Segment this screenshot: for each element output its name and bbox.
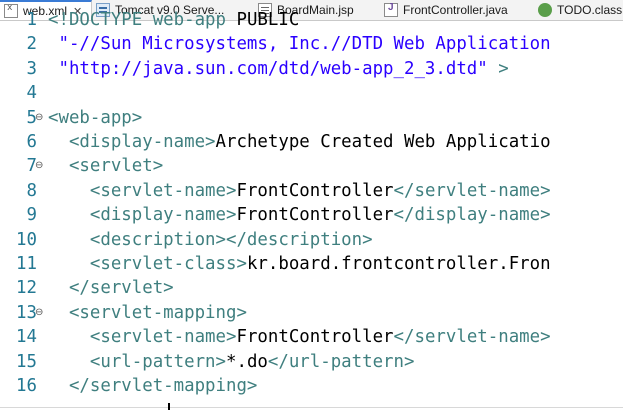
code-line[interactable]: 4 [0, 81, 623, 105]
line-number: 4 [26, 83, 37, 104]
line-number: 11 [16, 254, 37, 274]
code-line[interactable]: 5 ⊖ <web-app> [0, 106, 623, 130]
code-text: <description></description> [48, 228, 373, 252]
line-number: 10 [16, 229, 37, 250]
code-text: <servlet-mapping> [48, 301, 247, 325]
text-token: kr.board.frontcontroller.Fron [246, 254, 551, 274]
code-text: </servlet-mapping> [48, 374, 257, 398]
line-number: 14 [16, 327, 37, 348]
line-number: 12 [16, 278, 37, 299]
code-line[interactable]: 9 <display-name>FrontController</display… [0, 203, 623, 227]
code-text: <web-app> [48, 106, 142, 130]
text-token: Archetype Created Web Applicatio [215, 132, 551, 152]
xml-tag-token: <display-name> [48, 205, 237, 226]
code-text: "-//Sun Microsystems, Inc.//DTD Web Appl… [48, 32, 551, 56]
code-line[interactable]: 6 <display-name>Archetype Created Web Ap… [0, 130, 623, 154]
line-number: 16 [16, 376, 37, 396]
code-text: <display-name>FrontController</display-n… [48, 203, 551, 227]
line-number: 6 [26, 132, 37, 152]
xml-tag-token: <!DOCTYPE web-app [48, 10, 237, 30]
line-number: 5 [26, 107, 37, 128]
code-line[interactable]: 16 </servlet-mapping> [0, 374, 623, 398]
text-token: PUBLIC [236, 10, 300, 30]
editor-bottom-divider [0, 407, 623, 408]
text-token: *.do [226, 351, 268, 372]
xml-tag-token: <web-app> [48, 107, 143, 128]
line-number: 1 [26, 10, 37, 30]
text-token: FrontController [236, 327, 394, 348]
line-number: 13 [16, 302, 37, 323]
code-text: <servlet-name>FrontController</servlet-n… [48, 325, 551, 349]
xml-tag-token: </servlet-name> [393, 327, 551, 348]
line-number: 15 [16, 351, 37, 372]
code-text: <display-name>Archetype Created Web Appl… [48, 130, 551, 154]
code-line[interactable]: 7 ⊖ <servlet> [0, 154, 623, 178]
xml-tag-token: > [487, 58, 509, 79]
code-text: <!DOCTYPE web-app PUBLIC [48, 8, 299, 32]
code-line[interactable]: 15 <url-pattern>*.do</url-pattern> [0, 350, 623, 374]
xml-tag-token: <url-pattern> [48, 351, 226, 372]
code-editor[interactable]: 1 <!DOCTYPE web-app PUBLIC 2 "-//Sun Micro… [0, 10, 623, 410]
string-token: "-//Sun Microsystems, Inc.//DTD Web Appl… [48, 34, 551, 55]
xml-tag-token: </servlet-name> [393, 180, 551, 201]
line-number: 3 [26, 58, 37, 79]
xml-tag-token: <servlet-mapping> [48, 302, 247, 323]
line-number: 8 [26, 180, 37, 201]
code-line[interactable]: 3 "http://java.sun.com/dtd/web-app_2_3.d… [0, 57, 623, 81]
code-text: <url-pattern>*.do</url-pattern> [48, 350, 415, 374]
code-line[interactable]: 10 <description></description> [0, 228, 623, 252]
code-text: <servlet-class>kr.board.frontcontroller.… [48, 252, 551, 276]
xml-tag-token: </servlet> [48, 278, 174, 299]
text-token: FrontController [236, 180, 394, 201]
code-text: </servlet> [48, 276, 174, 300]
fold-toggle-icon[interactable]: ⊖ [35, 106, 45, 130]
xml-tag-token: <servlet-name> [48, 327, 237, 348]
xml-tag-token: <description></description> [48, 229, 373, 250]
fold-toggle-icon[interactable]: ⊖ [35, 301, 45, 325]
string-token: "http://java.sun.com/dtd/web-app_2_3.dtd… [48, 58, 488, 79]
line-number: 9 [26, 205, 37, 226]
xml-tag-token: <display-name> [48, 132, 216, 152]
xml-tag-token: </display-name> [393, 205, 551, 226]
code-line[interactable]: 8 <servlet-name>FrontController</servlet… [0, 179, 623, 203]
code-line[interactable]: 12 </servlet> [0, 276, 623, 300]
code-line[interactable]: 14 <servlet-name>FrontController</servle… [0, 325, 623, 349]
code-text: "http://java.sun.com/dtd/web-app_2_3.dtd… [48, 57, 509, 81]
xml-tag-token: <servlet> [48, 156, 164, 177]
xml-tag-token: <servlet-class> [48, 254, 247, 274]
xml-tag-token: <servlet-name> [48, 180, 237, 201]
line-number: 7 [26, 156, 37, 177]
code-text: <servlet> [48, 154, 163, 178]
code-line[interactable]: 2 "-//Sun Microsystems, Inc.//DTD Web Ap… [0, 32, 623, 56]
code-line[interactable]: 13 ⊖ <servlet-mapping> [0, 301, 623, 325]
fold-toggle-icon[interactable]: ⊖ [35, 154, 45, 178]
code-text: <servlet-name>FrontController</servlet-n… [48, 179, 551, 203]
text-token: FrontController [236, 205, 394, 226]
code-line[interactable]: 1 <!DOCTYPE web-app PUBLIC [0, 8, 623, 32]
code-line[interactable]: 11 <servlet-class>kr.board.frontcontroll… [0, 252, 623, 276]
line-number: 2 [26, 34, 37, 55]
xml-tag-token: </url-pattern> [267, 351, 415, 372]
text-cursor [168, 403, 170, 410]
xml-tag-token: </servlet-mapping> [48, 376, 258, 396]
